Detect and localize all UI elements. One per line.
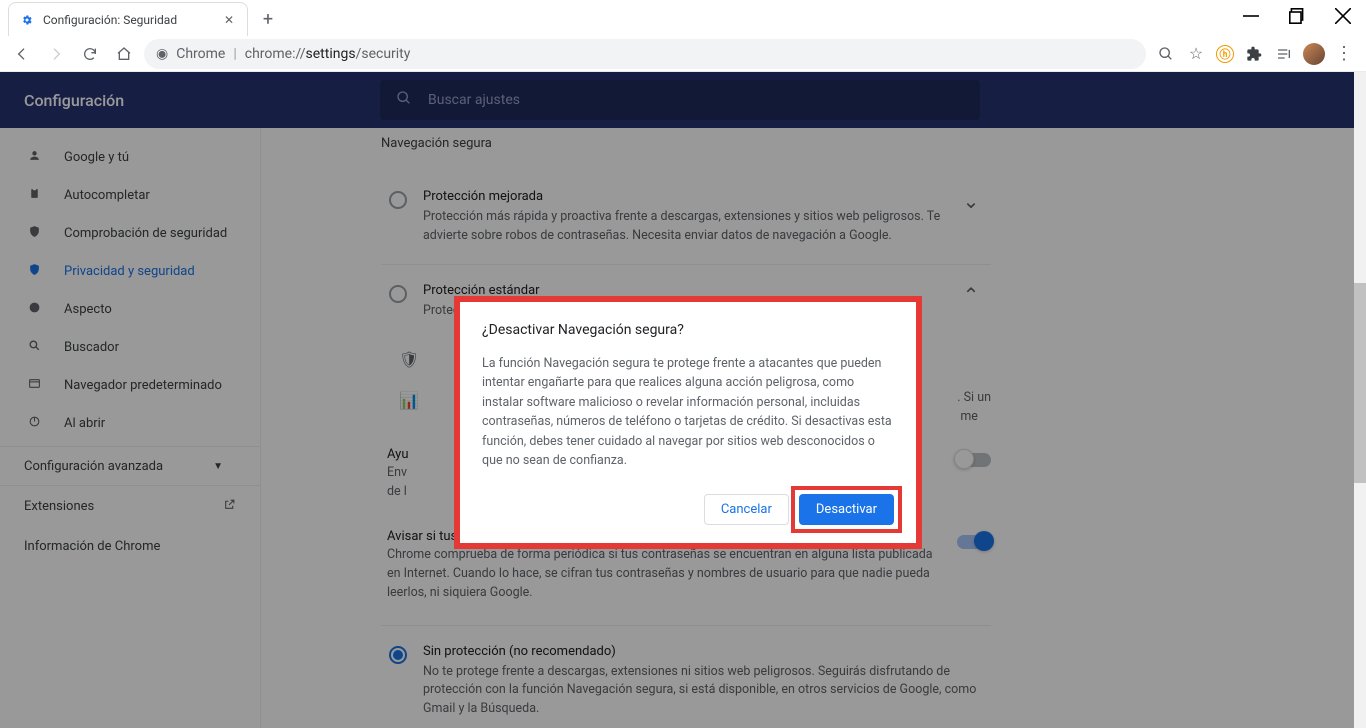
browser-toolbar: ◉ Chrome | chrome://settings/security ☆ …	[0, 36, 1366, 72]
menu-button[interactable]: ⋮	[1330, 40, 1358, 68]
zoom-icon[interactable]	[1152, 40, 1180, 68]
extension-icon-1[interactable]: ⓗ	[1216, 45, 1234, 63]
bookmark-icon[interactable]: ☆	[1182, 40, 1210, 68]
profile-avatar[interactable]	[1300, 40, 1328, 68]
reading-list-icon[interactable]	[1270, 40, 1298, 68]
close-window-button[interactable]	[1320, 0, 1366, 32]
dialog-title: ¿Desactivar Navegación segura?	[482, 322, 894, 338]
omnibox-chrome-label: Chrome	[176, 46, 225, 62]
scrollbar-thumb[interactable]	[1354, 283, 1366, 483]
maximize-button[interactable]	[1274, 0, 1320, 32]
browser-tab[interactable]: Configuración: Seguridad ✕	[8, 2, 248, 36]
forward-button[interactable]	[42, 40, 70, 68]
new-tab-button[interactable]: +	[254, 5, 282, 33]
reload-button[interactable]	[76, 40, 104, 68]
back-button[interactable]	[8, 40, 36, 68]
close-tab-icon[interactable]: ✕	[221, 13, 237, 27]
cancel-button[interactable]: Cancelar	[704, 494, 789, 525]
gear-icon	[19, 12, 35, 28]
extensions-icon[interactable]	[1240, 40, 1268, 68]
site-info-icon[interactable]: ◉	[156, 46, 168, 62]
home-button[interactable]	[110, 40, 138, 68]
window-titlebar: Configuración: Seguridad ✕ +	[0, 0, 1366, 36]
minimize-button[interactable]	[1228, 0, 1274, 32]
tab-title: Configuración: Seguridad	[43, 13, 213, 27]
dialog-body: La función Navegación segura te protege …	[482, 354, 894, 470]
deactivate-button[interactable]: Desactivar	[799, 494, 894, 525]
dialog-disable-safebrowsing: ¿Desactivar Navegación segura? La funció…	[454, 296, 922, 549]
address-bar[interactable]: ◉ Chrome | chrome://settings/security	[144, 39, 1146, 69]
